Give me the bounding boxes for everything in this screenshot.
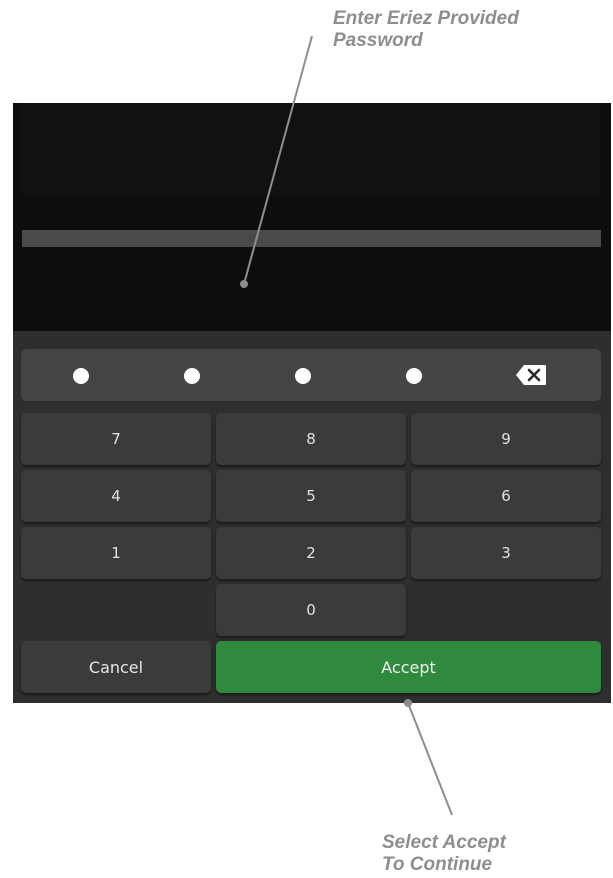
accept-callout: Select Accept To Continue	[382, 832, 506, 876]
backspace-icon[interactable]	[515, 364, 547, 386]
password-dialog: 7 8 9 4 5 6 1 2 3 0 Cancel Accept	[13, 103, 611, 703]
display-panel	[21, 103, 601, 195]
page: Enter Eriez Provided Password 7 8 9 4 5 …	[0, 0, 613, 878]
password-callout-line1: Enter Eriez Provided	[333, 8, 519, 29]
key-5[interactable]: 5	[216, 470, 406, 522]
key-2[interactable]: 2	[216, 527, 406, 579]
password-field[interactable]	[22, 230, 601, 247]
key-7[interactable]: 7	[21, 413, 211, 465]
key-0[interactable]: 0	[216, 584, 406, 636]
pin-dot	[73, 368, 89, 384]
accept-callout-line1: Select Accept	[382, 832, 506, 853]
accept-leader-line	[407, 702, 453, 816]
pin-dot	[406, 368, 422, 384]
pin-entry-row	[21, 349, 601, 401]
accept-callout-line2: To Continue	[382, 854, 493, 875]
key-8[interactable]: 8	[216, 413, 406, 465]
accept-button[interactable]: Accept	[216, 641, 601, 693]
key-3[interactable]: 3	[411, 527, 601, 579]
keypad: 7 8 9 4 5 6 1 2 3 0 Cancel Accept	[13, 331, 611, 703]
key-9[interactable]: 9	[411, 413, 601, 465]
display-area	[13, 103, 611, 331]
cancel-button[interactable]: Cancel	[21, 641, 211, 693]
pin-dot	[184, 368, 200, 384]
key-1[interactable]: 1	[21, 527, 211, 579]
password-callout: Enter Eriez Provided Password	[333, 8, 519, 52]
pin-dot	[295, 368, 311, 384]
key-6[interactable]: 6	[411, 470, 601, 522]
password-callout-line2: Password	[333, 30, 423, 51]
key-4[interactable]: 4	[21, 470, 211, 522]
